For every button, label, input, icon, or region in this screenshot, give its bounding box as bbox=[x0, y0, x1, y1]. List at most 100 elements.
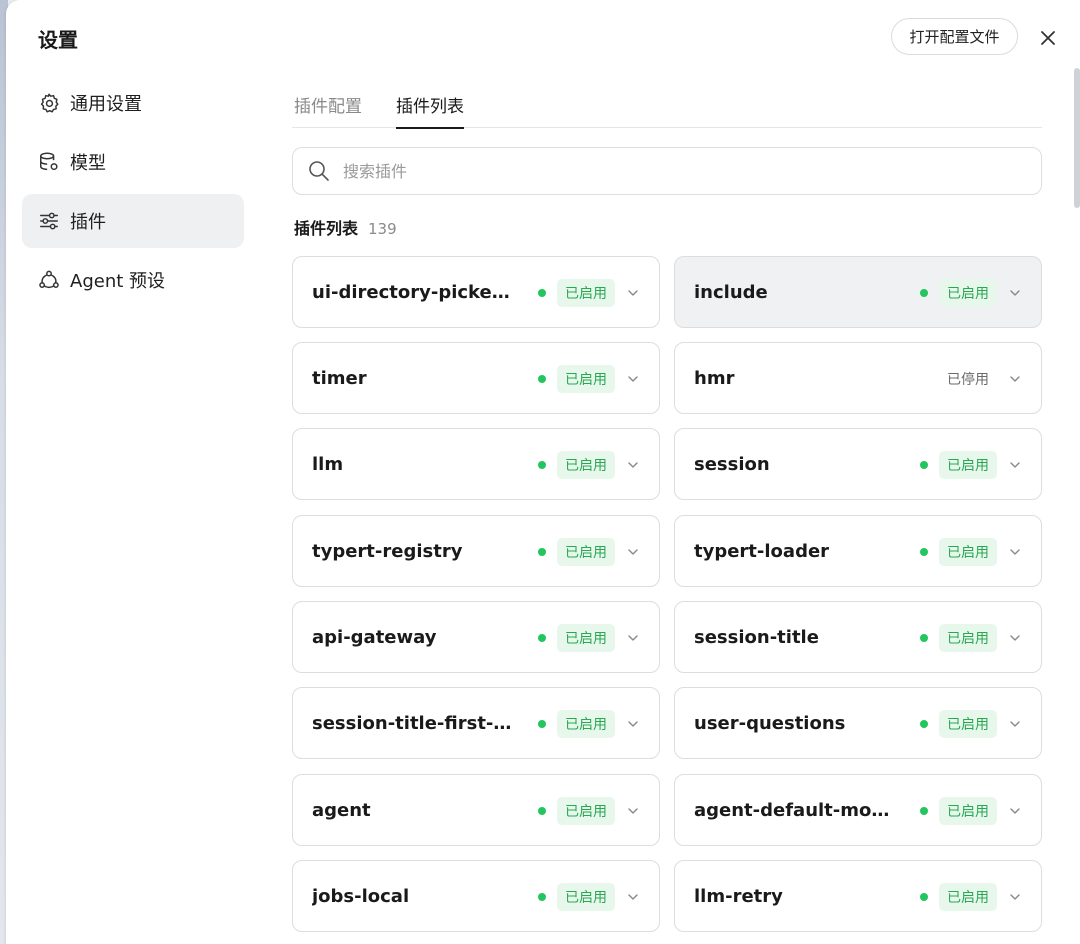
tab-plugin-list[interactable]: 插件列表 bbox=[396, 80, 464, 129]
plugin-card[interactable]: llm-retry 已启用 bbox=[674, 860, 1042, 932]
sidebar: 通用设置 模型 插件 Agent 预设 bbox=[22, 76, 244, 312]
scrollbar-thumb[interactable] bbox=[1074, 68, 1080, 208]
status-badge: 已启用 bbox=[939, 451, 997, 479]
plugin-name: agent bbox=[312, 799, 371, 821]
plugin-card[interactable]: session-title 已启用 bbox=[674, 601, 1042, 673]
status-dot bbox=[920, 893, 928, 901]
status-badge: 已停用 bbox=[947, 372, 989, 388]
plugin-name: typert-registry bbox=[312, 540, 463, 562]
plugin-card[interactable]: session-title-first-pr... 已启用 bbox=[292, 687, 660, 759]
status-dot bbox=[538, 461, 546, 469]
chevron-down-icon[interactable] bbox=[623, 887, 643, 907]
chevron-down-icon[interactable] bbox=[623, 455, 643, 475]
status-dot bbox=[538, 893, 546, 901]
tab-plugin-config[interactable]: 插件配置 bbox=[294, 80, 362, 128]
status-dot bbox=[920, 548, 928, 556]
plugin-card[interactable]: agent 已启用 bbox=[292, 774, 660, 846]
plugin-card[interactable]: agent-default-model 已启用 bbox=[674, 774, 1042, 846]
sidebar-item-label: 模型 bbox=[70, 153, 106, 174]
plugin-card[interactable]: ui-directory-picker-... 已启用 bbox=[292, 256, 660, 328]
dialog-title: 设置 bbox=[38, 28, 78, 52]
plugin-name: session bbox=[694, 453, 770, 475]
plugin-card[interactable]: typert-loader 已启用 bbox=[674, 515, 1042, 587]
status-dot bbox=[920, 289, 928, 297]
agent-icon bbox=[38, 269, 60, 291]
search-input[interactable] bbox=[343, 161, 983, 181]
close-button[interactable] bbox=[1034, 24, 1062, 52]
plugin-name: include bbox=[694, 281, 768, 303]
status-badge: 已启用 bbox=[939, 538, 997, 566]
plugin-name: user-questions bbox=[694, 712, 846, 734]
plugin-name: llm bbox=[312, 453, 344, 475]
plugin-name: session-title-first-pr... bbox=[312, 712, 517, 734]
sidebar-item-general[interactable]: 通用设置 bbox=[22, 76, 244, 130]
chevron-down-icon[interactable] bbox=[1005, 887, 1025, 907]
status-badge: 已启用 bbox=[939, 710, 997, 738]
chevron-down-icon[interactable] bbox=[1005, 455, 1025, 475]
close-icon bbox=[1041, 31, 1055, 45]
status-badge: 已启用 bbox=[557, 883, 615, 911]
status-badge: 已启用 bbox=[557, 710, 615, 738]
chevron-down-icon[interactable] bbox=[1005, 801, 1025, 821]
plugin-name: ui-directory-picker-... bbox=[312, 281, 517, 303]
plugin-card[interactable]: hmr 已停用 bbox=[674, 342, 1042, 414]
status-badge: 已启用 bbox=[557, 279, 615, 307]
status-dot bbox=[920, 461, 928, 469]
chevron-down-icon[interactable] bbox=[623, 283, 643, 303]
status-dot bbox=[538, 720, 546, 728]
status-badge: 已启用 bbox=[939, 624, 997, 652]
plugin-card[interactable]: api-gateway 已启用 bbox=[292, 601, 660, 673]
sidebar-item-label: 插件 bbox=[70, 212, 106, 233]
sidebar-item-plugins[interactable]: 插件 bbox=[22, 194, 244, 248]
search-icon bbox=[307, 159, 331, 183]
status-badge: 已启用 bbox=[939, 797, 997, 825]
sidebar-item-label: 通用设置 bbox=[70, 94, 142, 115]
plugin-count: 139 bbox=[368, 220, 397, 238]
plugin-name: api-gateway bbox=[312, 626, 437, 648]
sidebar-item-agent-presets[interactable]: Agent 预设 bbox=[22, 253, 244, 307]
chevron-down-icon[interactable] bbox=[623, 628, 643, 648]
database-icon bbox=[38, 151, 60, 173]
chevron-down-icon[interactable] bbox=[1005, 283, 1025, 303]
status-dot bbox=[920, 807, 928, 815]
plugin-card[interactable]: session 已启用 bbox=[674, 428, 1042, 500]
sidebar-item-models[interactable]: 模型 bbox=[22, 135, 244, 189]
status-dot bbox=[538, 548, 546, 556]
status-dot bbox=[538, 807, 546, 815]
status-dot bbox=[538, 634, 546, 642]
chevron-down-icon[interactable] bbox=[623, 542, 643, 562]
plugin-list-header: 插件列表 139 bbox=[294, 215, 397, 239]
chevron-down-icon[interactable] bbox=[623, 801, 643, 821]
status-dot bbox=[920, 720, 928, 728]
plugin-name: hmr bbox=[694, 367, 735, 389]
chevron-down-icon[interactable] bbox=[623, 369, 643, 389]
plugin-name: typert-loader bbox=[694, 540, 830, 562]
plugin-name: jobs-local bbox=[312, 885, 410, 907]
search-box[interactable] bbox=[292, 147, 1042, 195]
plugin-card[interactable]: timer 已启用 bbox=[292, 342, 660, 414]
status-badge: 已启用 bbox=[557, 538, 615, 566]
plugin-card[interactable]: user-questions 已启用 bbox=[674, 687, 1042, 759]
chevron-down-icon[interactable] bbox=[1005, 369, 1025, 389]
plugin-name: llm-retry bbox=[694, 885, 783, 907]
chevron-down-icon[interactable] bbox=[1005, 542, 1025, 562]
plugin-card[interactable]: jobs-local 已启用 bbox=[292, 860, 660, 932]
gear-icon bbox=[38, 92, 60, 114]
plugin-card[interactable]: include 已启用 bbox=[674, 256, 1042, 328]
status-badge: 已启用 bbox=[557, 365, 615, 393]
chevron-down-icon[interactable] bbox=[1005, 714, 1025, 734]
settings-dialog: 设置 打开配置文件 通用设置 模型 插件 Agent 预设 插件配置 插件列表 … bbox=[6, 0, 1080, 944]
status-badge: 已启用 bbox=[557, 797, 615, 825]
plugin-card[interactable]: typert-registry 已启用 bbox=[292, 515, 660, 587]
plugin-name: session-title bbox=[694, 626, 819, 648]
status-badge: 已启用 bbox=[939, 883, 997, 911]
status-badge: 已启用 bbox=[557, 451, 615, 479]
status-dot bbox=[538, 375, 546, 383]
status-dot bbox=[538, 289, 546, 297]
tab-bar: 插件配置 插件列表 bbox=[292, 80, 1042, 129]
status-badge: 已启用 bbox=[939, 279, 997, 307]
chevron-down-icon[interactable] bbox=[623, 714, 643, 734]
open-config-file-button[interactable]: 打开配置文件 bbox=[891, 18, 1018, 55]
plugin-card[interactable]: llm 已启用 bbox=[292, 428, 660, 500]
chevron-down-icon[interactable] bbox=[1005, 628, 1025, 648]
